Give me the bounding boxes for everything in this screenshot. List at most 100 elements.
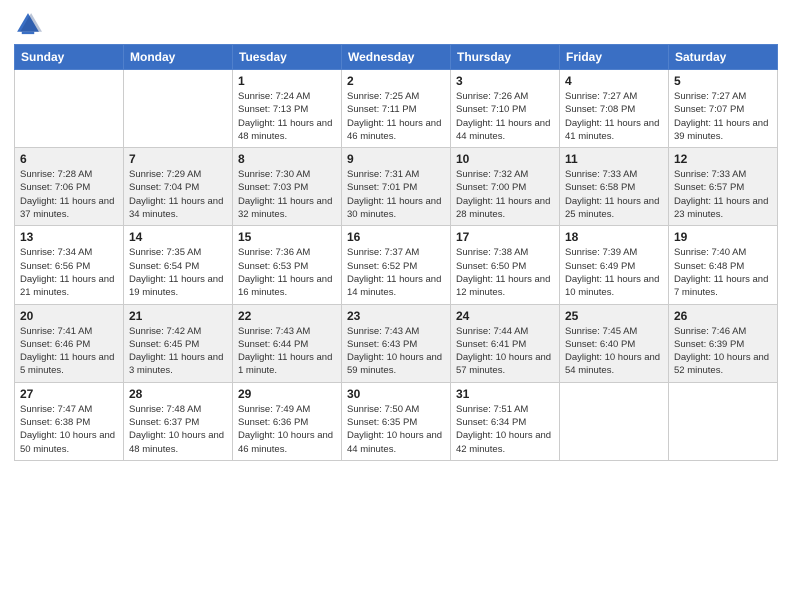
calendar-cell: 13 Sunrise: 7:34 AM Sunset: 6:56 PM Dayli…	[15, 226, 124, 304]
calendar-cell: 3 Sunrise: 7:26 AM Sunset: 7:10 PM Daylig…	[451, 70, 560, 148]
calendar-table: SundayMondayTuesdayWednesdayThursdayFrid…	[14, 44, 778, 461]
day-number: 24	[456, 309, 554, 323]
logo-icon	[14, 10, 42, 38]
calendar-cell: 23 Sunrise: 7:43 AM Sunset: 6:43 PM Dayli…	[342, 304, 451, 382]
calendar-cell: 4Sunrise: 7:27 AM Sunset: 7:08 PM Daylig…	[560, 70, 669, 148]
header	[14, 10, 778, 38]
day-info: Sunrise: 7:39 AM Sunset: 6:49 PM Dayligh…	[565, 246, 663, 299]
day-info: Sunrise: 7:48 AM Sunset: 6:37 PM Dayligh…	[129, 403, 227, 456]
day-number: 5	[674, 74, 772, 88]
weekday-header-saturday: Saturday	[669, 45, 778, 70]
day-number: 18	[565, 230, 663, 244]
day-number: 2	[347, 74, 445, 88]
calendar-cell: 31 Sunrise: 7:51 AM Sunset: 6:34 PM Dayli…	[451, 382, 560, 460]
calendar-cell: 15 Sunrise: 7:36 AM Sunset: 6:53 PM Dayli…	[233, 226, 342, 304]
day-info: Sunrise: 7:42 AM Sunset: 6:45 PM Dayligh…	[129, 325, 227, 378]
day-info: Sunrise: 7:35 AM Sunset: 6:54 PM Dayligh…	[129, 246, 227, 299]
calendar-week-row: 6Sunrise: 7:28 AM Sunset: 7:06 PM Daylig…	[15, 148, 778, 226]
weekday-header-tuesday: Tuesday	[233, 45, 342, 70]
day-info: Sunrise: 7:37 AM Sunset: 6:52 PM Dayligh…	[347, 246, 445, 299]
day-info: Sunrise: 7:51 AM Sunset: 6:34 PM Dayligh…	[456, 403, 554, 456]
day-info: Sunrise: 7:46 AM Sunset: 6:39 PM Dayligh…	[674, 325, 772, 378]
day-number: 13	[20, 230, 118, 244]
calendar-cell: 12 Sunrise: 7:33 AM Sunset: 6:57 PM Dayli…	[669, 148, 778, 226]
day-info: Sunrise: 7:32 AM Sunset: 7:00 PM Dayligh…	[456, 168, 554, 221]
calendar-cell: 25Sunrise: 7:45 AM Sunset: 6:40 PM Dayli…	[560, 304, 669, 382]
day-info: Sunrise: 7:47 AM Sunset: 6:38 PM Dayligh…	[20, 403, 118, 456]
calendar-cell: 26 Sunrise: 7:46 AM Sunset: 6:39 PM Dayli…	[669, 304, 778, 382]
day-info: Sunrise: 7:36 AM Sunset: 6:53 PM Dayligh…	[238, 246, 336, 299]
day-number: 3	[456, 74, 554, 88]
day-number: 8	[238, 152, 336, 166]
calendar-cell: 1 Sunrise: 7:24 AM Sunset: 7:13 PM Daylig…	[233, 70, 342, 148]
calendar-cell: 7Sunrise: 7:29 AM Sunset: 7:04 PM Daylig…	[124, 148, 233, 226]
calendar-cell: 24 Sunrise: 7:44 AM Sunset: 6:41 PM Dayli…	[451, 304, 560, 382]
day-info: Sunrise: 7:30 AM Sunset: 7:03 PM Dayligh…	[238, 168, 336, 221]
weekday-header-thursday: Thursday	[451, 45, 560, 70]
day-number: 11	[565, 152, 663, 166]
day-number: 7	[129, 152, 227, 166]
calendar-cell: 8 Sunrise: 7:30 AM Sunset: 7:03 PM Daylig…	[233, 148, 342, 226]
calendar-cell: 19Sunrise: 7:40 AM Sunset: 6:48 PM Dayli…	[669, 226, 778, 304]
weekday-header-sunday: Sunday	[15, 45, 124, 70]
day-number: 31	[456, 387, 554, 401]
day-number: 6	[20, 152, 118, 166]
day-info: Sunrise: 7:27 AM Sunset: 7:07 PM Dayligh…	[674, 90, 772, 143]
calendar-cell: 22 Sunrise: 7:43 AM Sunset: 6:44 PM Dayli…	[233, 304, 342, 382]
weekday-header-wednesday: Wednesday	[342, 45, 451, 70]
day-info: Sunrise: 7:31 AM Sunset: 7:01 PM Dayligh…	[347, 168, 445, 221]
day-number: 15	[238, 230, 336, 244]
day-info: Sunrise: 7:50 AM Sunset: 6:35 PM Dayligh…	[347, 403, 445, 456]
calendar-week-row: 27 Sunrise: 7:47 AM Sunset: 6:38 PM Dayli…	[15, 382, 778, 460]
day-number: 27	[20, 387, 118, 401]
logo	[14, 10, 46, 38]
day-number: 1	[238, 74, 336, 88]
calendar-cell	[124, 70, 233, 148]
calendar-cell	[669, 382, 778, 460]
calendar-cell: 30 Sunrise: 7:50 AM Sunset: 6:35 PM Dayli…	[342, 382, 451, 460]
calendar-week-row: 1 Sunrise: 7:24 AM Sunset: 7:13 PM Daylig…	[15, 70, 778, 148]
calendar-week-row: 20 Sunrise: 7:41 AM Sunset: 6:46 PM Dayli…	[15, 304, 778, 382]
calendar-cell: 6Sunrise: 7:28 AM Sunset: 7:06 PM Daylig…	[15, 148, 124, 226]
day-info: Sunrise: 7:26 AM Sunset: 7:10 PM Dayligh…	[456, 90, 554, 143]
day-number: 20	[20, 309, 118, 323]
day-info: Sunrise: 7:43 AM Sunset: 6:43 PM Dayligh…	[347, 325, 445, 378]
weekday-header-friday: Friday	[560, 45, 669, 70]
day-info: Sunrise: 7:45 AM Sunset: 6:40 PM Dayligh…	[565, 325, 663, 378]
day-info: Sunrise: 7:40 AM Sunset: 6:48 PM Dayligh…	[674, 246, 772, 299]
page: SundayMondayTuesdayWednesdayThursdayFrid…	[0, 0, 792, 612]
day-number: 12	[674, 152, 772, 166]
day-info: Sunrise: 7:41 AM Sunset: 6:46 PM Dayligh…	[20, 325, 118, 378]
calendar-cell: 17 Sunrise: 7:38 AM Sunset: 6:50 PM Dayli…	[451, 226, 560, 304]
day-info: Sunrise: 7:43 AM Sunset: 6:44 PM Dayligh…	[238, 325, 336, 378]
day-number: 17	[456, 230, 554, 244]
day-number: 30	[347, 387, 445, 401]
calendar-cell: 16 Sunrise: 7:37 AM Sunset: 6:52 PM Dayli…	[342, 226, 451, 304]
calendar-cell: 14 Sunrise: 7:35 AM Sunset: 6:54 PM Dayli…	[124, 226, 233, 304]
day-number: 4	[565, 74, 663, 88]
day-info: Sunrise: 7:24 AM Sunset: 7:13 PM Dayligh…	[238, 90, 336, 143]
day-info: Sunrise: 7:25 AM Sunset: 7:11 PM Dayligh…	[347, 90, 445, 143]
day-info: Sunrise: 7:44 AM Sunset: 6:41 PM Dayligh…	[456, 325, 554, 378]
calendar-cell: 29Sunrise: 7:49 AM Sunset: 6:36 PM Dayli…	[233, 382, 342, 460]
day-number: 14	[129, 230, 227, 244]
day-info: Sunrise: 7:34 AM Sunset: 6:56 PM Dayligh…	[20, 246, 118, 299]
calendar-cell: 10Sunrise: 7:32 AM Sunset: 7:00 PM Dayli…	[451, 148, 560, 226]
day-number: 29	[238, 387, 336, 401]
day-number: 16	[347, 230, 445, 244]
day-info: Sunrise: 7:38 AM Sunset: 6:50 PM Dayligh…	[456, 246, 554, 299]
day-number: 22	[238, 309, 336, 323]
day-info: Sunrise: 7:33 AM Sunset: 6:57 PM Dayligh…	[674, 168, 772, 221]
day-number: 9	[347, 152, 445, 166]
calendar-cell: 5 Sunrise: 7:27 AM Sunset: 7:07 PM Daylig…	[669, 70, 778, 148]
calendar-cell: 2 Sunrise: 7:25 AM Sunset: 7:11 PM Daylig…	[342, 70, 451, 148]
calendar-cell: 18 Sunrise: 7:39 AM Sunset: 6:49 PM Dayli…	[560, 226, 669, 304]
day-number: 28	[129, 387, 227, 401]
calendar-header-row: SundayMondayTuesdayWednesdayThursdayFrid…	[15, 45, 778, 70]
day-number: 23	[347, 309, 445, 323]
calendar-cell: 27 Sunrise: 7:47 AM Sunset: 6:38 PM Dayli…	[15, 382, 124, 460]
day-number: 26	[674, 309, 772, 323]
calendar-cell: 21Sunrise: 7:42 AM Sunset: 6:45 PM Dayli…	[124, 304, 233, 382]
calendar-cell: 9 Sunrise: 7:31 AM Sunset: 7:01 PM Daylig…	[342, 148, 451, 226]
day-info: Sunrise: 7:33 AM Sunset: 6:58 PM Dayligh…	[565, 168, 663, 221]
